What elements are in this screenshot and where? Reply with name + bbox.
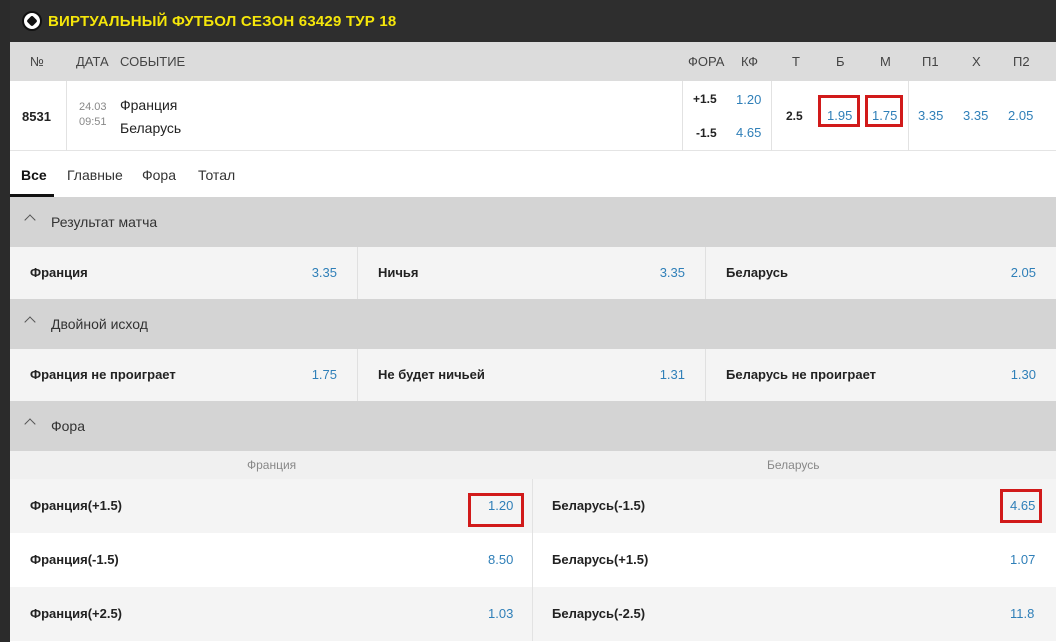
double-home-or-draw[interactable]: Франция не проиграет 1.75 xyxy=(10,349,357,401)
section-title: Результат матча xyxy=(51,214,158,230)
double-row: Франция не проиграет 1.75 Не будет ничье… xyxy=(10,349,1056,401)
fora-left-label: Франция(+2.5) xyxy=(30,606,123,621)
tab-fora[interactable]: Фора xyxy=(142,167,176,183)
betting-panel: ВИРТУАЛЬНЫЙ ФУТБОЛ СЕЗОН 63429 ТУР 18 № … xyxy=(10,0,1056,642)
odd-p2[interactable]: 2.05 xyxy=(1008,108,1033,123)
fora-row: Франция(+2.5) 1.03 Беларусь(-2.5) 11.8 xyxy=(10,587,1056,641)
divider xyxy=(532,587,533,641)
match-date: 24.03 xyxy=(79,101,107,113)
outcome-label: Франция xyxy=(30,265,88,280)
odd-p1[interactable]: 3.35 xyxy=(918,108,943,123)
outcome-away[interactable]: Беларусь 2.05 xyxy=(706,247,1056,299)
highlight-box xyxy=(468,493,524,527)
outcome-label: Ничья xyxy=(378,265,419,280)
fora-right-header: Беларусь xyxy=(767,458,820,472)
double-no-draw[interactable]: Не будет ничьей 1.31 xyxy=(358,349,705,401)
outcome-odd[interactable]: 1.30 xyxy=(1011,367,1036,382)
section-title: Двойной исход xyxy=(51,316,148,332)
col-kf: КФ xyxy=(741,54,759,69)
soccer-ball-icon xyxy=(22,11,42,31)
highlight-box xyxy=(865,95,903,127)
odd-fora-home[interactable]: 1.20 xyxy=(736,92,761,107)
col-p1: П1 xyxy=(922,54,939,69)
outcome-odd[interactable]: 3.35 xyxy=(660,265,685,280)
col-b: Б xyxy=(836,54,845,69)
fora-left-odd[interactable]: 1.03 xyxy=(488,606,513,621)
chevron-up-icon xyxy=(24,214,36,226)
fora-right-label: Беларусь(+1.5) xyxy=(552,552,649,567)
highlight-box xyxy=(818,95,860,127)
page-title: ВИРТУАЛЬНЫЙ ФУТБОЛ СЕЗОН 63429 ТУР 18 xyxy=(48,12,397,30)
team-away[interactable]: Беларусь xyxy=(120,120,181,136)
fora-left-odd[interactable]: 8.50 xyxy=(488,552,513,567)
match-row: 8531 24.03 09:51 Франция Беларусь +1.5 1… xyxy=(10,81,1056,151)
fora-team-headers: Франция Беларусь xyxy=(10,451,1056,479)
col-fora: ФОРА xyxy=(688,54,725,69)
outcome-label: Беларусь не проиграет xyxy=(726,367,877,382)
match-time: 09:51 xyxy=(79,116,107,128)
fora-away: -1.5 xyxy=(696,126,717,140)
divider xyxy=(66,81,67,151)
fora-left-header: Франция xyxy=(247,458,297,472)
match-id: 8531 xyxy=(22,109,51,124)
section-title: Фора xyxy=(51,418,86,434)
outcome-label: Франция не проиграет xyxy=(30,367,176,382)
highlight-box xyxy=(1000,489,1042,523)
fora-home: +1.5 xyxy=(693,92,717,106)
outcome-odd[interactable]: 1.75 xyxy=(312,367,337,382)
divider xyxy=(682,81,683,151)
total-value: 2.5 xyxy=(786,109,803,123)
section-result-header[interactable]: Результат матча xyxy=(10,197,1056,247)
columns-header: № ДАТА СОБЫТИЕ ФОРА КФ Т Б М П1 Х П2 xyxy=(10,42,1056,81)
tab-main[interactable]: Главные xyxy=(67,167,123,183)
fora-right-odd[interactable]: 11.8 xyxy=(1010,606,1034,621)
fora-right-label: Беларусь(-2.5) xyxy=(552,606,646,621)
outcome-draw[interactable]: Ничья 3.35 xyxy=(358,247,705,299)
divider xyxy=(908,81,909,151)
title-bar: ВИРТУАЛЬНЫЙ ФУТБОЛ СЕЗОН 63429 ТУР 18 xyxy=(10,0,1056,42)
col-num: № xyxy=(30,54,44,69)
market-tabs: Все Главные Фора Тотал xyxy=(10,151,1056,197)
outcome-odd[interactable]: 1.31 xyxy=(660,367,685,382)
divider xyxy=(532,479,533,533)
fora-right-label: Беларусь(-1.5) xyxy=(552,498,646,513)
col-x: Х xyxy=(972,54,981,69)
chevron-up-icon xyxy=(24,418,36,430)
col-date: ДАТА xyxy=(76,54,109,69)
fora-right-odd[interactable]: 1.07 xyxy=(1010,552,1035,567)
fora-left-label: Франция(-1.5) xyxy=(30,552,119,567)
double-away-or-draw[interactable]: Беларусь не проиграет 1.30 xyxy=(706,349,1056,401)
divider xyxy=(532,533,533,587)
tab-all[interactable]: Все xyxy=(21,167,47,183)
outcome-label: Не будет ничьей xyxy=(378,367,485,382)
fora-left-label: Франция(+1.5) xyxy=(30,498,123,513)
chevron-up-icon xyxy=(24,316,36,328)
team-home[interactable]: Франция xyxy=(120,97,177,113)
outcome-label: Беларусь xyxy=(726,265,788,280)
col-t: Т xyxy=(792,54,800,69)
fora-row: Франция(-1.5) 8.50 Беларусь(+1.5) 1.07 xyxy=(10,533,1056,587)
divider xyxy=(771,81,772,151)
col-event: СОБЫТИЕ xyxy=(120,54,186,69)
outcome-home[interactable]: Франция 3.35 xyxy=(10,247,357,299)
section-fora-header[interactable]: Фора xyxy=(10,401,1056,451)
outcome-odd[interactable]: 2.05 xyxy=(1011,265,1036,280)
col-m: М xyxy=(880,54,891,69)
outcome-odd[interactable]: 3.35 xyxy=(312,265,337,280)
section-double-header[interactable]: Двойной исход xyxy=(10,299,1056,349)
tab-total[interactable]: Тотал xyxy=(198,167,235,183)
result-row: Франция 3.35 Ничья 3.35 Беларусь 2.05 xyxy=(10,247,1056,299)
odd-x[interactable]: 3.35 xyxy=(963,108,988,123)
fora-row: Франция(+1.5) 1.20 Беларусь(-1.5) 4.65 xyxy=(10,479,1056,533)
odd-fora-away[interactable]: 4.65 xyxy=(736,125,761,140)
col-p2: П2 xyxy=(1013,54,1030,69)
